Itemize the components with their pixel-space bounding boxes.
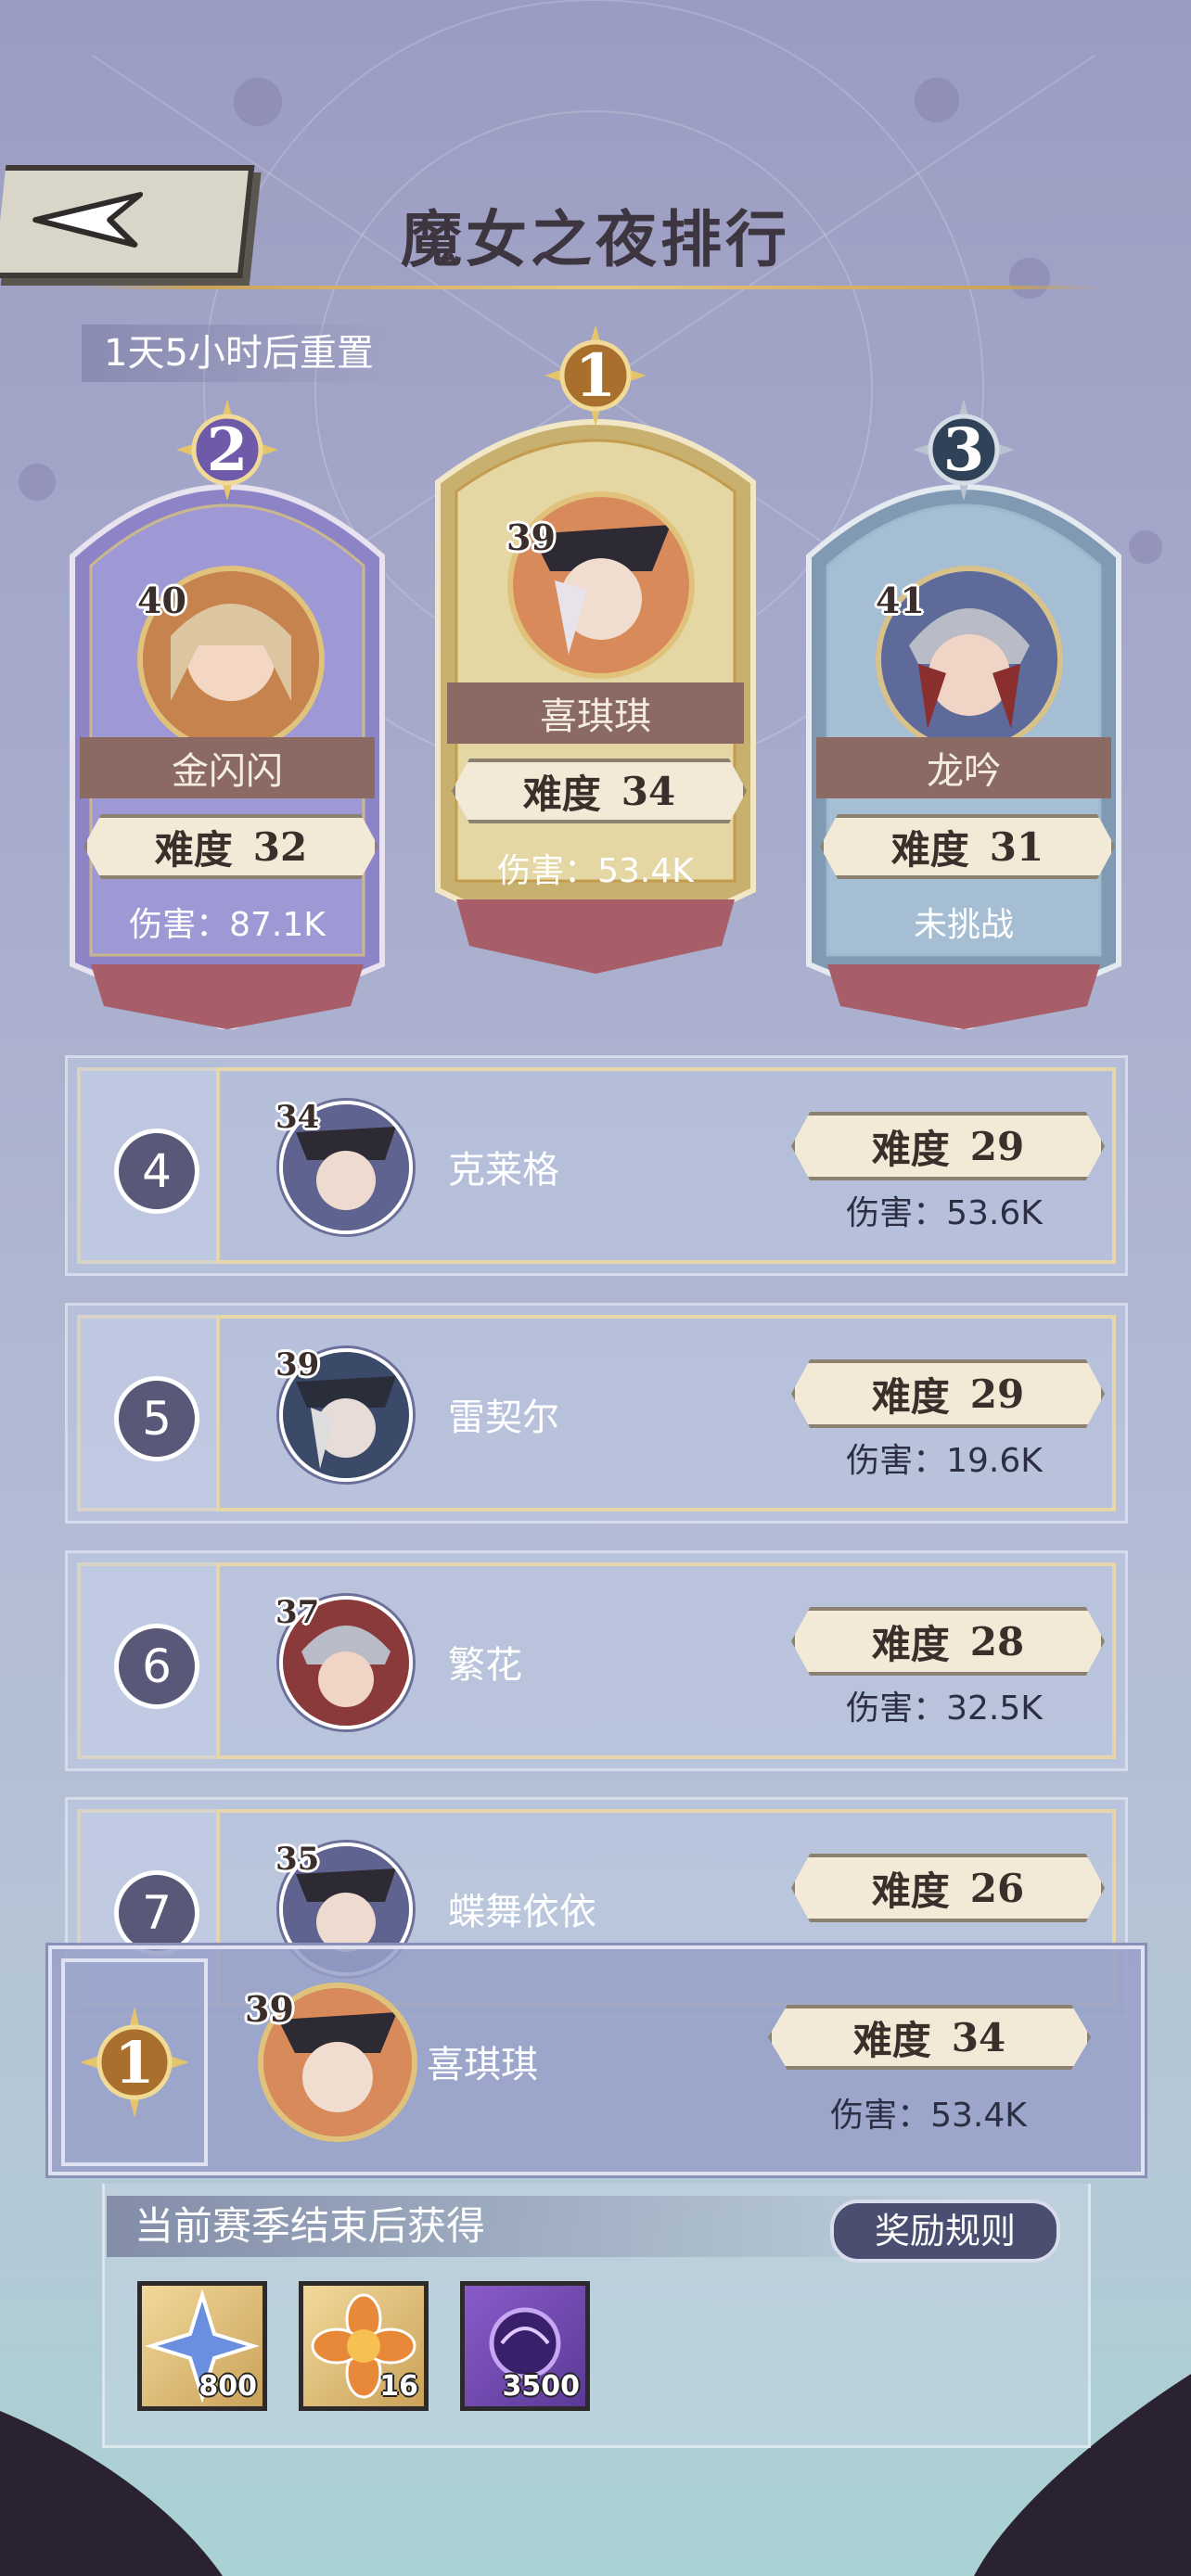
player-name: 喜琪琪 bbox=[427, 2044, 538, 2086]
rank-badge: 1 bbox=[544, 325, 647, 427]
damage-text: 未挑战 bbox=[913, 906, 1014, 944]
rank-badge: 3 bbox=[913, 399, 1015, 501]
damage-text: 伤害：53.4K bbox=[497, 852, 694, 890]
reward-item[interactable]: 16 bbox=[299, 2281, 429, 2411]
my-rank-row[interactable]: 1 39 喜琪琪 难度 34 伤害：53.4K bbox=[48, 1945, 1145, 2175]
reward-qty: 800 bbox=[198, 2370, 257, 2403]
difficulty-badge: 难度 28 bbox=[791, 1607, 1105, 1676]
level-label: 41 bbox=[876, 580, 925, 621]
difficulty-badge: 难度 31 bbox=[820, 814, 1115, 879]
podium-rank-3[interactable]: 3 41 龙吟 难度 31 未挑战 bbox=[800, 399, 1128, 1029]
player-name: 喜琪琪 bbox=[447, 682, 744, 744]
title-divider bbox=[88, 286, 1104, 289]
level-label: 39 bbox=[506, 516, 556, 558]
reset-timer: 1天5小时后重置 bbox=[82, 325, 396, 382]
difficulty-badge: 难度 32 bbox=[83, 814, 378, 879]
level-label: 34 bbox=[275, 1099, 320, 1136]
rank-cell: 6 bbox=[77, 1562, 220, 1759]
reward-item[interactable]: 800 bbox=[137, 2281, 267, 2411]
player-name: 金闪闪 bbox=[80, 737, 375, 798]
reward-rules-button[interactable]: 奖励规则 bbox=[830, 2200, 1060, 2263]
podium-rank-1[interactable]: 1 39 喜琪琪 难度 34 伤害：53.4K bbox=[429, 325, 762, 974]
level-label: 39 bbox=[275, 1346, 320, 1384]
difficulty-badge: 难度 34 bbox=[452, 759, 747, 823]
rank-badge: 2 bbox=[176, 399, 278, 501]
rank-number: 4 bbox=[114, 1129, 199, 1214]
player-name: 蝶舞依依 bbox=[448, 1891, 596, 1933]
player-name: 龙吟 bbox=[816, 737, 1111, 798]
difficulty-badge: 难度 29 bbox=[791, 1359, 1105, 1428]
my-rank-number: 1 bbox=[114, 2028, 155, 2097]
player-name: 克莱格 bbox=[448, 1149, 559, 1192]
damage-text: 伤害：32.5K bbox=[846, 1690, 1043, 1728]
difficulty-badge: 难度 26 bbox=[791, 1854, 1105, 1922]
rank-cell: 4 bbox=[77, 1067, 220, 1264]
player-name: 雷契尔 bbox=[448, 1396, 559, 1439]
level-label: 37 bbox=[275, 1594, 320, 1631]
reward-qty: 3500 bbox=[502, 2370, 581, 2403]
list-item[interactable]: 5 39 雷契尔 难度 29 伤害：19.6K bbox=[65, 1303, 1128, 1524]
damage-text: 伤害：53.6K bbox=[846, 1194, 1043, 1232]
player-name: 繁花 bbox=[448, 1644, 522, 1687]
damage-text: 伤害：53.4K bbox=[830, 2097, 1027, 2135]
level-label: 40 bbox=[137, 580, 186, 621]
rank-cell: 1 bbox=[61, 1958, 208, 2166]
damage-text: 伤害：87.1K bbox=[129, 906, 326, 944]
damage-text: 伤害：19.6K bbox=[846, 1442, 1043, 1480]
page-title: 魔女之夜排行 bbox=[401, 203, 790, 275]
list-item[interactable]: 6 37 繁花 难度 28 伤害：32.5K bbox=[65, 1550, 1128, 1771]
rank-number: 7 bbox=[114, 1870, 199, 1956]
reward-item[interactable]: 3500 bbox=[460, 2281, 590, 2411]
podium-rank-2[interactable]: 2 40 金闪闪 难度 32 伤害：87.1K bbox=[63, 399, 391, 1029]
difficulty-badge: 难度 34 bbox=[768, 2005, 1091, 2070]
list-item[interactable]: 4 34 克莱格 难度 29 伤害：53.6K bbox=[65, 1055, 1128, 1276]
level-label: 39 bbox=[245, 1988, 294, 2030]
reward-qty: 16 bbox=[379, 2370, 418, 2403]
level-label: 35 bbox=[275, 1841, 320, 1878]
rank-number: 5 bbox=[114, 1376, 199, 1461]
rank-number: 6 bbox=[114, 1624, 199, 1709]
difficulty-badge: 难度 29 bbox=[791, 1112, 1105, 1180]
rank-cell: 5 bbox=[77, 1315, 220, 1511]
